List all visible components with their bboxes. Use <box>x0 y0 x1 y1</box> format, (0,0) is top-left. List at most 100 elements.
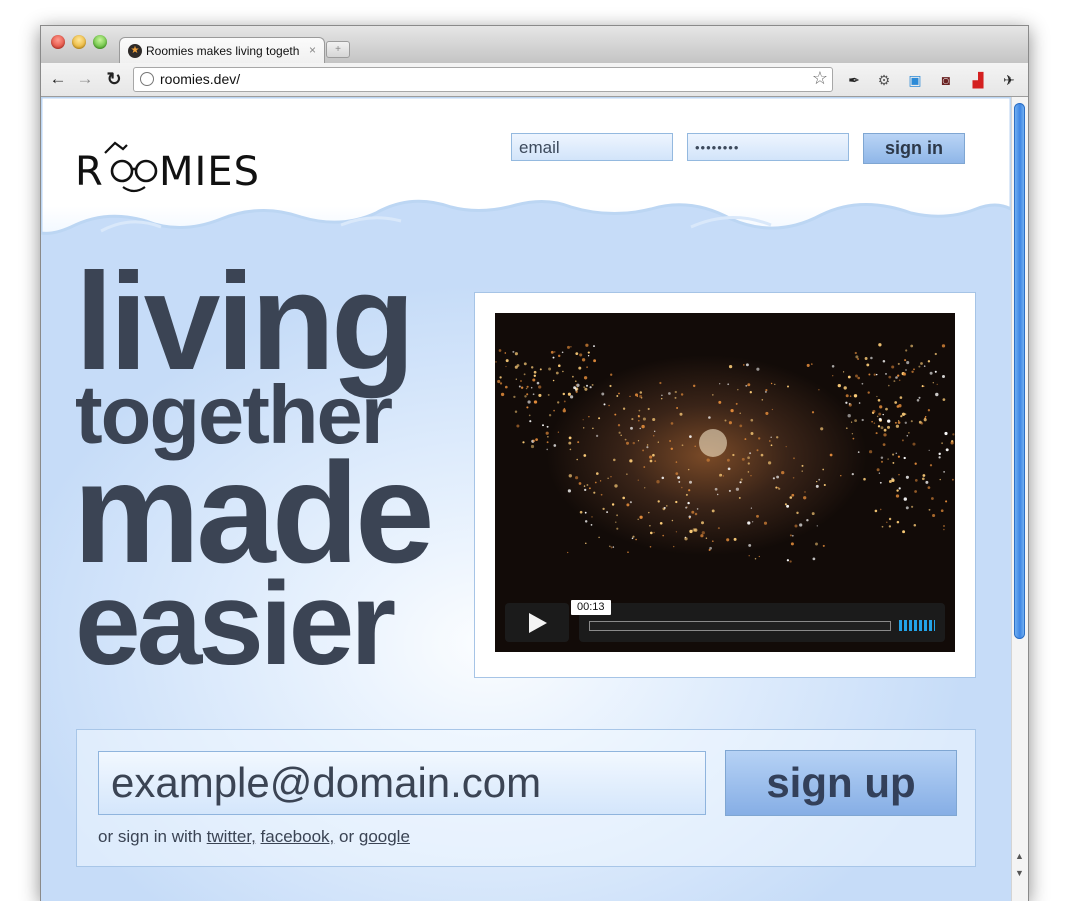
city-light <box>681 486 683 489</box>
facebook-link[interactable]: facebook, <box>261 827 335 846</box>
volume-icon[interactable] <box>899 620 935 631</box>
city-light <box>898 473 900 476</box>
city-light <box>676 407 679 409</box>
close-window-button[interactable] <box>51 35 65 49</box>
city-light <box>557 431 560 433</box>
vertical-scrollbar[interactable]: ▲ ▼ <box>1011 97 1028 901</box>
city-light <box>932 382 934 384</box>
scroll-up-arrow-icon[interactable]: ▲ <box>1015 851 1024 861</box>
pen-icon[interactable]: ✒ <box>844 70 864 90</box>
city-light <box>733 537 737 541</box>
city-light <box>546 441 549 444</box>
scroll-down-arrow-icon[interactable]: ▼ <box>1015 868 1024 878</box>
city-light <box>532 393 535 396</box>
city-light <box>654 460 657 462</box>
twitter-link[interactable]: twitter, <box>207 827 256 846</box>
city-light <box>717 527 720 530</box>
city-light <box>608 404 610 407</box>
city-light <box>745 363 749 367</box>
city-light <box>754 557 757 560</box>
city-light <box>876 395 878 398</box>
city-light <box>550 350 554 354</box>
city-light <box>505 359 509 363</box>
city-light <box>516 424 520 428</box>
minimize-window-button[interactable] <box>72 35 86 49</box>
city-light <box>886 425 891 429</box>
city-light <box>851 433 854 435</box>
city-light <box>533 370 537 374</box>
city-light <box>882 359 886 363</box>
city-light <box>552 356 555 359</box>
city-light <box>569 395 574 399</box>
google-link[interactable]: google <box>359 827 410 846</box>
city-light <box>739 424 743 428</box>
tab-close-icon[interactable]: × <box>309 43 316 57</box>
city-light <box>885 373 887 375</box>
url-text[interactable]: roomies.dev/ <box>160 71 240 87</box>
city-light <box>918 365 921 368</box>
login-email-field[interactable]: email <box>511 133 673 161</box>
seek-bar[interactable] <box>579 603 945 642</box>
bookmark-star-icon[interactable]: ☆ <box>812 68 828 89</box>
city-light <box>637 440 640 442</box>
address-bar[interactable]: roomies.dev/ ☆ <box>133 67 833 92</box>
city-light <box>716 493 719 496</box>
city-light <box>932 513 936 518</box>
play-button[interactable] <box>505 603 569 642</box>
city-light <box>927 409 931 412</box>
video-player[interactable]: 00:13 <box>495 313 955 652</box>
city-light <box>822 468 825 471</box>
city-light <box>622 496 626 500</box>
city-light <box>553 351 556 353</box>
city-light <box>562 370 564 373</box>
image-icon[interactable]: ▣ <box>905 70 925 90</box>
city-light <box>599 480 602 482</box>
city-light <box>908 432 910 434</box>
city-light <box>624 438 627 441</box>
city-light <box>811 363 813 365</box>
city-light <box>617 424 621 427</box>
city-light <box>758 437 761 440</box>
scroll-thumb[interactable] <box>1014 103 1025 639</box>
city-light <box>944 431 948 436</box>
city-light <box>568 436 572 440</box>
city-light <box>776 436 779 439</box>
forward-button[interactable]: → <box>74 68 96 90</box>
sign-in-button[interactable]: sign in <box>863 133 965 164</box>
city-light <box>781 470 785 475</box>
city-light <box>557 354 561 358</box>
roomies-logo[interactable]: R MIES <box>75 139 275 200</box>
city-light <box>758 555 760 558</box>
city-light <box>694 528 698 532</box>
sign-up-button[interactable]: sign up <box>725 750 957 816</box>
city-light <box>586 366 588 369</box>
mask-icon[interactable]: ◙ <box>936 70 956 90</box>
seek-track[interactable] <box>589 621 891 631</box>
gear-icon[interactable]: ⚙ <box>874 70 894 90</box>
tab-roomies[interactable]: ★ Roomies makes living togeth × <box>119 37 325 64</box>
city-light <box>806 518 809 522</box>
sofa-icon[interactable]: ▟ <box>968 70 988 90</box>
reload-button[interactable]: ↻ <box>103 68 125 90</box>
city-light <box>934 352 937 356</box>
city-light <box>784 503 787 506</box>
city-light <box>575 352 579 356</box>
login-password-field[interactable]: •••••••• <box>687 133 849 161</box>
city-light <box>495 361 497 363</box>
city-light <box>649 546 652 548</box>
city-light <box>600 493 603 496</box>
wrench-icon[interactable]: ✈ <box>999 70 1019 90</box>
back-button[interactable]: ← <box>47 68 69 90</box>
new-tab-button[interactable]: + <box>326 41 350 58</box>
city-light <box>866 363 870 367</box>
city-light <box>616 395 619 397</box>
city-light <box>776 475 780 479</box>
city-light <box>567 392 571 396</box>
city-light <box>688 517 691 520</box>
city-light <box>735 487 740 491</box>
zoom-window-button[interactable] <box>93 35 107 49</box>
city-light <box>902 530 906 534</box>
city-light <box>952 433 955 436</box>
signup-email-field[interactable]: example@domain.com <box>98 751 706 815</box>
city-light <box>848 402 851 405</box>
